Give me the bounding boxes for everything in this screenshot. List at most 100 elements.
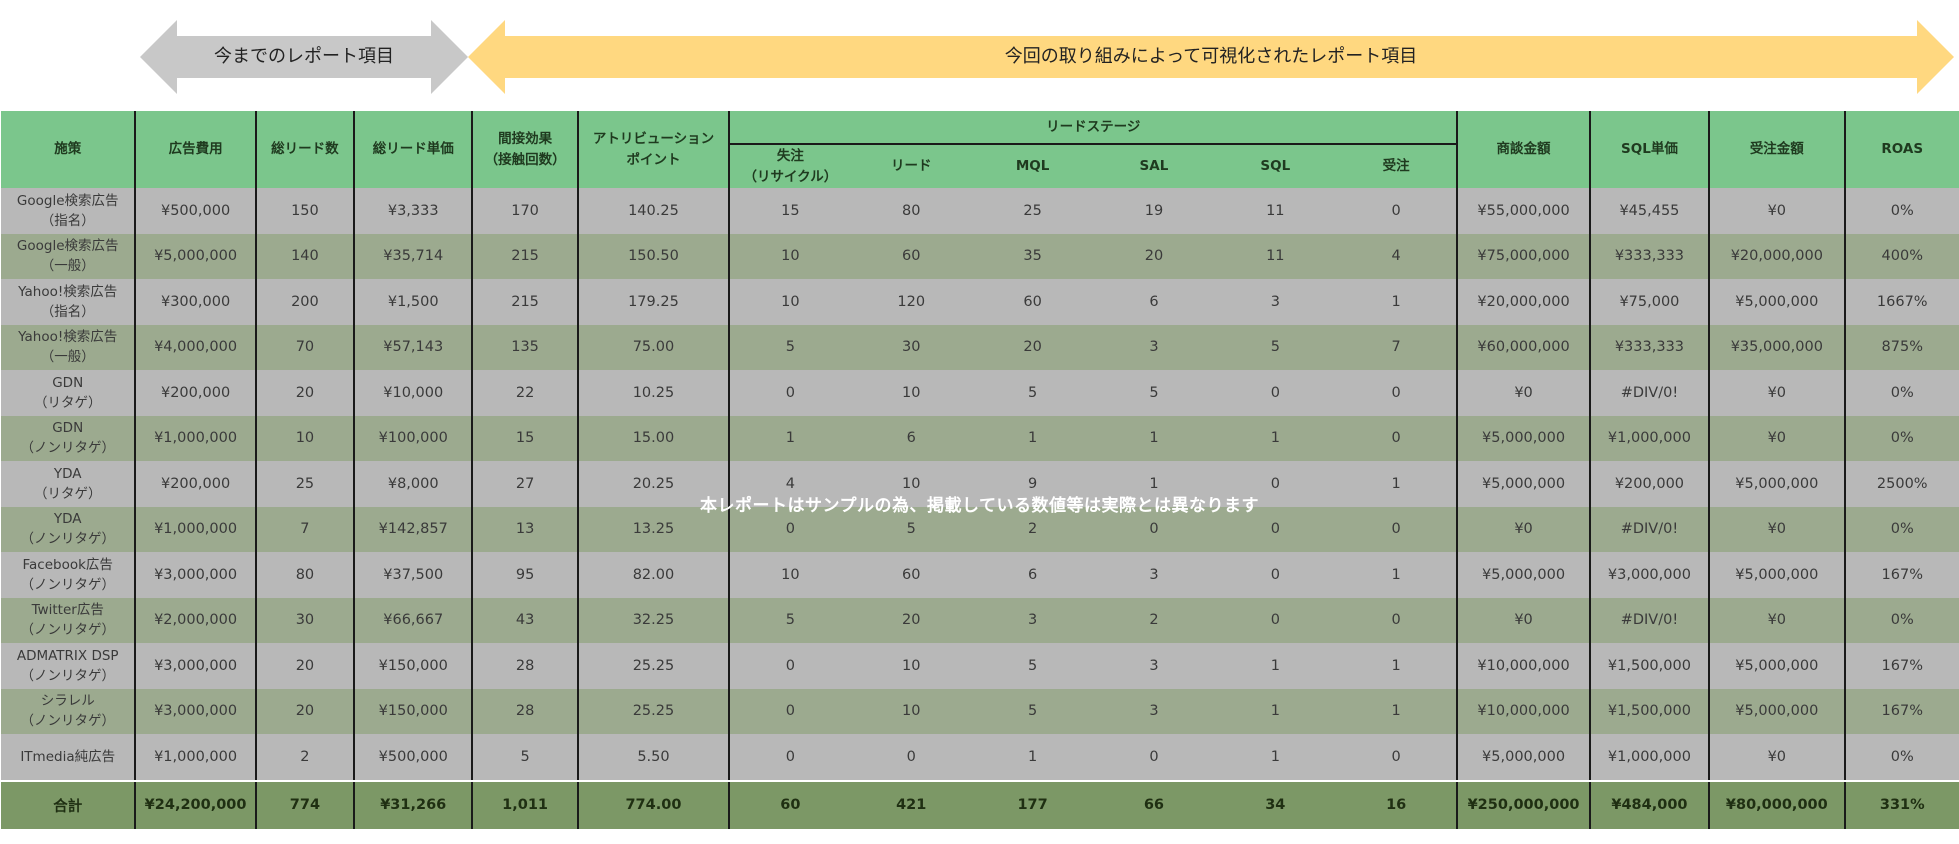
- table-cell: 19: [1093, 188, 1215, 234]
- row-label: GDN （リタゲ）: [1, 370, 136, 416]
- table-cell: 5: [971, 370, 1094, 416]
- table-cell: 7: [1335, 324, 1458, 370]
- total-cell: 34: [1214, 781, 1336, 829]
- table-cell: 5: [471, 734, 578, 780]
- col-deal-amount: 商談金額: [1456, 111, 1590, 188]
- col-lead-stage-group: リードステージ: [728, 111, 1458, 145]
- col-attribution-points: アトリビューション ポイント: [576, 111, 730, 188]
- table-cell: 60: [850, 552, 972, 598]
- table-cell: ¥10,000,000: [1456, 688, 1590, 734]
- table-row: Google検索広告 （指名） ¥500,000 150 ¥3,333 170 140.2…: [1, 188, 1959, 234]
- table-cell: ¥20,000,000: [1456, 279, 1590, 325]
- row-label: シラレル （ノンリタゲ）: [1, 688, 136, 734]
- table-cell: 3: [1093, 324, 1215, 370]
- table-cell: 80: [850, 188, 972, 234]
- col-total-leads: 総リード数: [254, 111, 355, 188]
- table-cell: 10: [850, 688, 972, 734]
- sample-disclaimer-watermark: 本レポートはサンプルの為、掲載している数値等は実際とは異なります: [700, 496, 1259, 516]
- table-cell: 28: [471, 688, 578, 734]
- table-cell: ¥5,000,000: [1708, 643, 1845, 689]
- table-cell: 10: [254, 415, 355, 461]
- table-cell: 140.25: [576, 188, 730, 234]
- table-cell: #DIV/0!: [1588, 597, 1710, 643]
- table-cell: ¥45,455: [1588, 188, 1710, 234]
- header-row: 施策 広告費用 総リード数 総リード単価 間接効果 （接触回数） アトリビューシ…: [1, 111, 1959, 188]
- table-cell: 0: [1214, 597, 1336, 643]
- table-cell: 0: [1335, 734, 1458, 780]
- table-cell: 20: [254, 370, 355, 416]
- table-cell: 25: [971, 188, 1094, 234]
- col-roas: ROAS: [1843, 111, 1959, 188]
- table-cell: ¥1,000,000: [1588, 734, 1710, 780]
- table-cell: 25.25: [576, 688, 730, 734]
- table-cell: ¥0: [1456, 370, 1590, 416]
- table-cell: 43: [471, 597, 578, 643]
- row-label: Twitter広告 （ノンリタゲ）: [1, 597, 136, 643]
- table-cell: 60: [971, 279, 1094, 325]
- table-cell: ¥3,000,000: [134, 688, 256, 734]
- col-lead-unit-price: 総リード単価: [353, 111, 473, 188]
- total-row: 合計 ¥24,200,000 774 ¥31,266 1,011 774.00 60 421 1…: [1, 781, 1959, 829]
- table-cell: 6: [850, 415, 972, 461]
- table-cell: ¥1,000,000: [134, 415, 256, 461]
- table-cell: 11: [1214, 233, 1336, 279]
- table-cell: 0: [1335, 370, 1458, 416]
- table-cell: ¥5,000,000: [1708, 552, 1845, 598]
- table-cell: 167%: [1843, 552, 1959, 598]
- total-cell: ¥31,266: [353, 781, 473, 829]
- total-cell: ¥80,000,000: [1708, 781, 1845, 829]
- table-cell: 0: [1335, 597, 1458, 643]
- row-label: Google検索広告 （指名）: [1, 188, 136, 234]
- table-row: GDN （ノンリタゲ） ¥1,000,000 10 ¥100,000 15 15.00 1 6…: [1, 415, 1959, 461]
- table-cell: 1: [1214, 643, 1336, 689]
- table-cell: 5: [1214, 324, 1336, 370]
- table-cell: 20: [850, 597, 972, 643]
- table-cell: 10: [728, 233, 851, 279]
- table-cell: 70: [254, 324, 355, 370]
- col-lost-recycle: 失注 （リサイクル）: [728, 144, 851, 188]
- col-mql: MQL: [971, 144, 1094, 188]
- table-cell: 215: [471, 279, 578, 325]
- table-cell: ¥333,333: [1588, 324, 1710, 370]
- row-label: ADMATRIX DSP （ノンリタゲ）: [1, 643, 136, 689]
- table-row: シラレル （ノンリタゲ） ¥3,000,000 20 ¥150,000 28 25.25 0…: [1, 688, 1959, 734]
- table-cell: 1: [1214, 688, 1336, 734]
- table-cell: ¥20,000,000: [1708, 233, 1845, 279]
- table-cell: 30: [254, 597, 355, 643]
- table-cell: ¥4,000,000: [134, 324, 256, 370]
- table-cell: 3: [1093, 643, 1215, 689]
- table-cell: ¥37,500: [353, 552, 473, 598]
- table-cell: 1: [1093, 415, 1215, 461]
- table-cell: 3: [1093, 552, 1215, 598]
- total-cell: 16: [1335, 781, 1458, 829]
- table-cell: 3: [971, 597, 1094, 643]
- table-cell: 1: [971, 734, 1094, 780]
- table-cell: 400%: [1843, 233, 1959, 279]
- table-cell: 5: [1093, 370, 1215, 416]
- table-cell: ¥200,000: [134, 370, 256, 416]
- table-cell: 10: [728, 552, 851, 598]
- table-cell: ¥300,000: [134, 279, 256, 325]
- table-cell: 0%: [1843, 415, 1959, 461]
- table-cell: 11: [1214, 188, 1336, 234]
- table-cell: ¥66,667: [353, 597, 473, 643]
- table-cell: 1: [1214, 734, 1336, 780]
- table-cell: 0: [1214, 552, 1336, 598]
- table-cell: ¥5,000,000: [1708, 688, 1845, 734]
- total-label: 合計: [1, 781, 136, 829]
- table-cell: 22: [471, 370, 578, 416]
- table-cell: 5: [971, 643, 1094, 689]
- previous-report-items-arrow: 今までのレポート項目: [140, 20, 468, 94]
- table-cell: 60: [850, 233, 972, 279]
- table-cell: 1: [728, 415, 851, 461]
- table-cell: 140: [254, 233, 355, 279]
- table-cell: 0: [1214, 370, 1336, 416]
- col-ad-cost: 広告費用: [134, 111, 256, 188]
- table-cell: 1: [1335, 643, 1458, 689]
- table-cell: 3: [1214, 279, 1336, 325]
- table-cell: 15: [471, 415, 578, 461]
- table-cell: 0: [728, 643, 851, 689]
- report-body: Google検索広告 （指名） ¥500,000 150 ¥3,333 170 140.2…: [1, 188, 1959, 780]
- table-cell: ¥5,000,000: [1456, 552, 1590, 598]
- table-cell: ¥0: [1708, 597, 1845, 643]
